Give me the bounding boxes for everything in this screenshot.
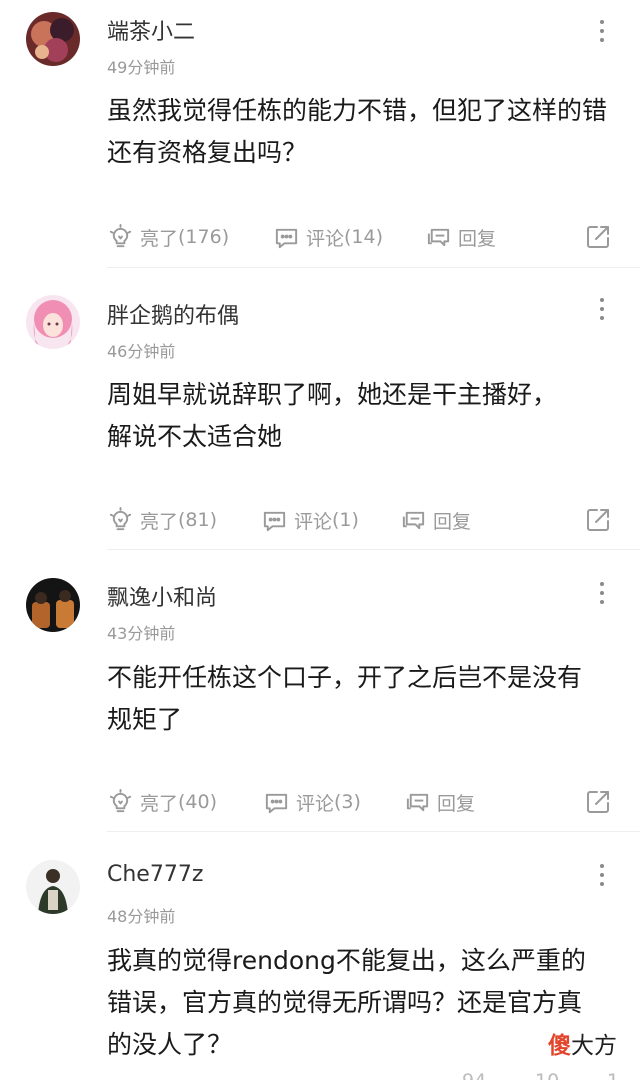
comment-label: 评论 — [296, 792, 335, 815]
lightbulb-icon — [109, 506, 132, 530]
like-count: 94 — [462, 1070, 486, 1080]
comment-count: (1) — [332, 509, 359, 531]
timestamp: 43分钟前 — [107, 624, 176, 643]
reply-count: 1 — [607, 1070, 619, 1080]
more-vertical-icon[interactable] — [596, 582, 608, 604]
like-label: 亮了 — [140, 510, 179, 533]
reply-label: 回复 — [437, 792, 476, 815]
comment-actions: 亮了 (40) 评论 (3) 回复 — [107, 786, 617, 818]
comment-button[interactable]: 评论 (3) — [263, 786, 361, 818]
comment-text: 周姐早就说辞职了啊，她还是干主播好，解说不太适合她 — [107, 380, 558, 451]
comment-label: 评论 — [294, 510, 333, 533]
comment-bubble-icon — [263, 511, 286, 531]
comment-count: 10 — [535, 1070, 559, 1080]
avatar[interactable] — [26, 578, 80, 632]
like-button[interactable]: 亮了 (176) — [107, 221, 229, 253]
share-icon[interactable] — [584, 506, 612, 534]
avatar[interactable] — [26, 295, 80, 349]
comment-actions: 亮了 (81) 评论 (1) 回复 — [107, 504, 617, 536]
comment-bubble-icon — [275, 228, 298, 248]
comment-bubble-icon — [265, 793, 288, 813]
share-icon[interactable] — [584, 223, 612, 251]
username[interactable]: 端茶小二 — [107, 14, 195, 46]
comment-feed: 端茶小二 49分钟前 虽然我觉得任栋的能力不错，但犯了这样的错还有资格复出吗？ … — [0, 0, 640, 1080]
like-button[interactable]: 亮了 (40) — [107, 786, 217, 818]
timestamp: 49分钟前 — [107, 58, 176, 77]
username[interactable]: 胖企鹅的布偶 — [107, 298, 239, 330]
like-count: (81) — [178, 509, 218, 531]
comment-actions-partial: 94 10 1 — [107, 1070, 627, 1080]
more-vertical-icon[interactable] — [596, 298, 608, 320]
comment-button[interactable]: 评论 (14) — [273, 221, 383, 253]
reply-button[interactable]: 回复 — [425, 221, 496, 253]
like-label: 亮了 — [140, 792, 179, 815]
avatar[interactable] — [26, 860, 80, 914]
reply-button[interactable]: 回复 — [404, 786, 475, 818]
watermark: 傻大方 — [548, 1026, 617, 1060]
comment-actions: 亮了 (176) 评论 (14) 回复 — [107, 221, 617, 253]
timestamp: 46分钟前 — [107, 342, 176, 361]
reply-bubble-icon — [402, 511, 425, 529]
comment-item: 胖企鹅的布偶 46分钟前 周姐早就说辞职了啊，她还是干主播好，解说不太适合她 亮… — [0, 268, 640, 550]
share-icon[interactable] — [584, 788, 612, 816]
watermark-part2: 大方 — [571, 1033, 617, 1059]
comment-item: 端茶小二 49分钟前 虽然我觉得任栋的能力不错，但犯了这样的错还有资格复出吗？ … — [0, 0, 640, 268]
comment-button[interactable]: 评论 (1) — [261, 504, 359, 536]
like-count: (176) — [178, 226, 230, 248]
like-label: 亮了 — [140, 227, 179, 250]
comment-item: 飘逸小和尚 43分钟前 不能开任栋这个口子，开了之后岂不是没有规矩了 亮了 (40… — [0, 550, 640, 832]
reply-label: 回复 — [433, 510, 472, 533]
avatar[interactable] — [26, 12, 80, 66]
like-count: (40) — [178, 791, 218, 813]
reply-bubble-icon — [406, 793, 429, 811]
lightbulb-icon — [109, 788, 132, 812]
username[interactable]: 飘逸小和尚 — [107, 580, 217, 612]
lightbulb-icon — [109, 223, 132, 247]
reply-button[interactable]: 回复 — [400, 504, 471, 536]
comment-count: (14) — [344, 226, 384, 248]
more-vertical-icon[interactable] — [596, 20, 608, 42]
more-vertical-icon[interactable] — [596, 864, 608, 886]
comment-text: 我真的觉得rendong不能复出，这么严重的错误，官方真的觉得无所谓吗？还是官方… — [107, 946, 586, 1059]
comment-label: 评论 — [306, 227, 345, 250]
timestamp: 48分钟前 — [107, 907, 176, 926]
comment-count: (3) — [334, 791, 361, 813]
reply-bubble-icon — [427, 228, 450, 246]
comment-item: Che777z 48分钟前 我真的觉得rendong不能复出，这么严重的错误，官… — [0, 832, 640, 1080]
like-button[interactable]: 亮了 (81) — [107, 504, 217, 536]
watermark-part1: 傻 — [548, 1033, 571, 1059]
username[interactable]: Che777z — [107, 862, 203, 887]
comment-text: 不能开任栋这个口子，开了之后岂不是没有规矩了 — [107, 663, 583, 734]
reply-label: 回复 — [458, 227, 497, 250]
comment-text: 虽然我觉得任栋的能力不错，但犯了这样的错还有资格复出吗？ — [107, 96, 608, 167]
